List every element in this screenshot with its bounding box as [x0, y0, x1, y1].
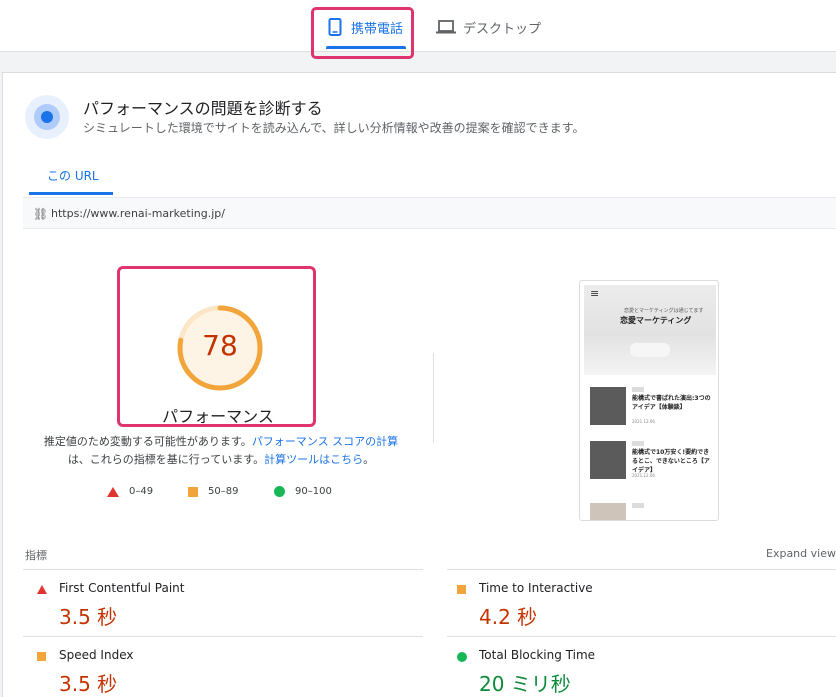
metric-divider — [23, 569, 423, 570]
legend-poor-range: 0–49 — [129, 486, 154, 497]
post-category-tag — [632, 503, 644, 508]
post-title: 能構式で10万安く!要約できるとこ、できないところ【アイデア】 — [632, 449, 710, 474]
metric-value: 3.5 秒 — [59, 672, 118, 696]
metric-value: 3.5 秒 — [59, 605, 118, 629]
metric-total-blocking-time: Total Blocking Time 20 ミリ秒 — [445, 642, 805, 697]
report-card: パフォーマンスの問題を診断する シミュレートした環境でサイトを読み込んで、詳しい… — [2, 72, 836, 697]
metric-speed-index: Speed Index 3.5 秒 — [25, 642, 385, 697]
post-date: 2021.12.06 — [632, 473, 655, 478]
link-icon: ⛓ — [33, 207, 49, 221]
note-text-2: は、これらの指標を基に行っています。 — [67, 453, 265, 466]
square-icon — [188, 486, 198, 497]
diagnose-subtitle: シミュレートした環境でサイトを読み込んで、詳しい分析情報や改善の提案を確認できま… — [83, 121, 585, 135]
score-note: 推定値のため変動する可能性があります。パフォーマンス スコアの計算 は、これらの… — [43, 433, 399, 469]
section-divider — [433, 353, 434, 443]
preview-post — [590, 503, 712, 520]
page-screenshot-preview: ≡ 恋愛とマーケティングは通じてます 恋愛マーケティング 能構式で書ばれた演出:… — [579, 280, 719, 521]
square-icon — [37, 652, 46, 661]
url-bar: ⛓ https://www.renai-marketing.jp/ — [23, 197, 836, 229]
post-thumbnail — [590, 503, 626, 520]
metric-name: Time to Interactive — [479, 581, 593, 595]
square-icon — [457, 585, 466, 594]
preview-post: 能構式で書ばれた演出:3つのアイデア【体験談】 2021.12.06 — [590, 387, 712, 431]
tested-url: https://www.renai-marketing.jp/ — [51, 207, 225, 220]
metric-first-contentful-paint: First Contentful Paint 3.5 秒 — [25, 575, 385, 635]
highlight-box-mobile-tab — [311, 7, 414, 59]
device-tab-bar: 携帯電話 デスクトップ — [0, 0, 836, 52]
laptop-icon — [436, 20, 456, 34]
metric-value: 4.2 秒 — [479, 605, 538, 629]
preview-hero: ≡ 恋愛とマーケティングは通じてます 恋愛マーケティング — [584, 285, 716, 375]
metric-value: 20 ミリ秒 — [479, 672, 571, 696]
metric-divider — [23, 636, 423, 637]
circle-icon — [457, 652, 467, 662]
post-thumbnail — [590, 441, 626, 479]
note-text-3: 。 — [363, 453, 375, 466]
lab-data-icon — [25, 95, 69, 139]
legend-poor: 0–49 — [107, 486, 153, 497]
metric-name: First Contentful Paint — [59, 581, 185, 595]
hamburger-menu-icon: ≡ — [590, 287, 600, 300]
highlight-box-score — [117, 266, 316, 427]
score-calc-link[interactable]: パフォーマンス スコアの計算 — [252, 435, 398, 448]
preview-site-name: 恋愛マーケティング — [620, 316, 692, 325]
post-category-tag — [632, 387, 644, 392]
circle-icon — [274, 486, 285, 497]
legend-good: 90–100 — [274, 486, 332, 497]
diagnose-title: パフォーマンスの問題を診断する — [83, 99, 323, 118]
triangle-icon — [107, 486, 119, 497]
triangle-icon — [37, 585, 47, 594]
tab-desktop-label: デスクトップ — [463, 21, 542, 37]
preview-hero-button — [630, 343, 670, 357]
legend-average: 50–89 — [188, 486, 238, 497]
legend-average-range: 50–89 — [208, 486, 239, 497]
preview-post: 能構式で10万安く!要約できるとこ、できないところ【アイデア】 2021.12.… — [590, 441, 712, 485]
metric-divider — [447, 569, 836, 570]
post-date: 2021.12.06 — [632, 419, 655, 424]
legend-good-range: 90–100 — [295, 486, 332, 497]
post-category-tag — [632, 441, 644, 446]
metric-divider — [447, 636, 836, 637]
note-text-1: 推定値のため変動する可能性があります。 — [43, 435, 252, 448]
post-title: 能構式で書ばれた演出:3つのアイデア【体験談】 — [632, 395, 711, 411]
metric-name: Speed Index — [59, 648, 134, 662]
metrics-heading: 指標 — [25, 549, 47, 562]
url-tab-indicator — [29, 192, 113, 195]
expand-view-button[interactable]: Expand view — [766, 547, 836, 560]
post-thumbnail — [590, 387, 626, 425]
metric-name: Total Blocking Time — [479, 648, 596, 662]
metric-time-to-interactive: Time to Interactive 4.2 秒 — [445, 575, 805, 635]
preview-site-subtitle: 恋愛とマーケティングは通じてます — [624, 308, 704, 314]
tab-this-url[interactable]: この URL — [47, 167, 99, 184]
tab-desktop[interactable]: デスクトップ — [436, 12, 541, 42]
calculator-link[interactable]: 計算ツールはこちら — [264, 453, 363, 466]
